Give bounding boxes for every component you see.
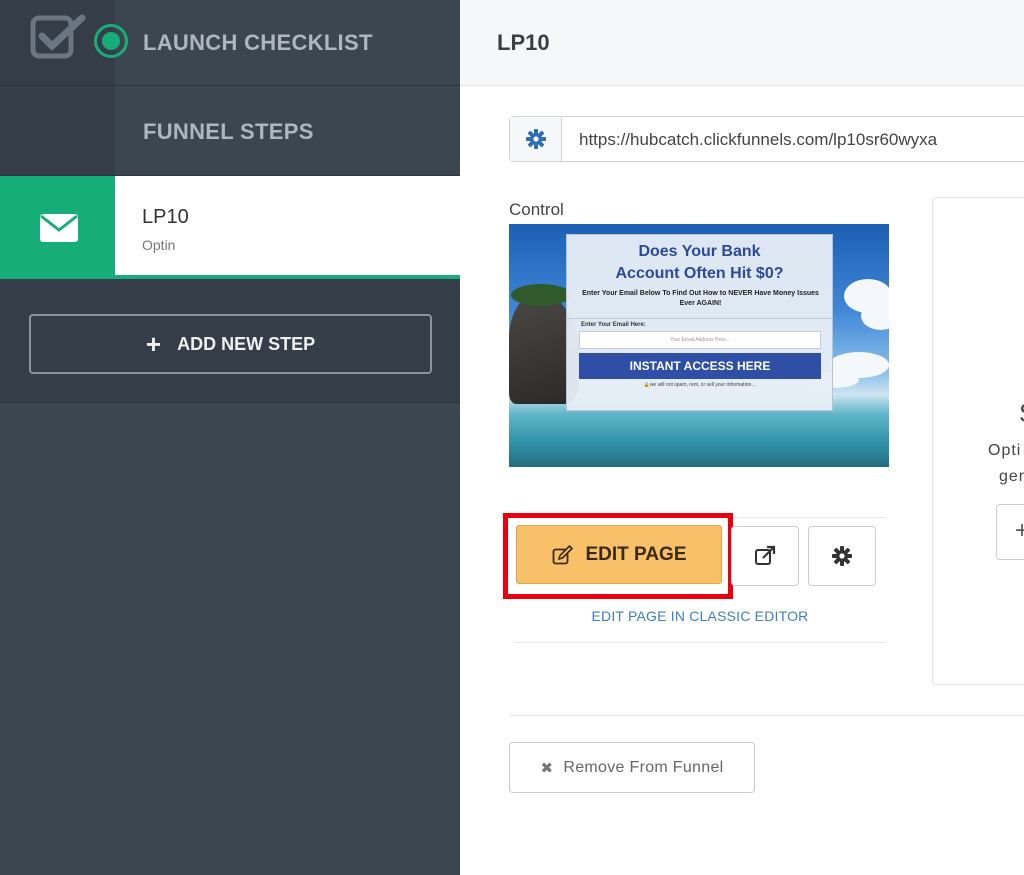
thumbnail-email-input: Your Email Address Here...	[579, 331, 821, 349]
page-url-bar[interactable]: https://hubcatch.clickfunnels.com/lp10sr…	[509, 116, 1024, 162]
remove-from-funnel-label: Remove From Funnel	[563, 758, 724, 776]
page-header: LP10	[460, 0, 1024, 86]
add-new-step-label: ADD NEW STEP	[177, 333, 316, 354]
stats-sublabel: ger	[999, 468, 1024, 485]
divider	[509, 715, 1024, 716]
sidebar: LAUNCH CHECKLIST FUNNEL STEPS LP10 Optin…	[0, 0, 460, 875]
funnel-steps-row[interactable]: FUNNEL STEPS	[0, 86, 460, 234]
edit-classic-editor-link[interactable]: EDIT PAGE IN CLASSIC EDITOR	[515, 608, 885, 624]
thumbnail-headline: Does Your Bank Account Often Hit $0?	[615, 243, 784, 282]
add-new-step-button[interactable]: + ADD NEW STEP	[29, 314, 432, 374]
launch-checklist-row[interactable]: LAUNCH CHECKLIST	[0, 0, 460, 86]
step-name: LP10	[142, 206, 189, 228]
page-url-text[interactable]: https://hubcatch.clickfunnels.com/lp10sr…	[579, 130, 937, 150]
external-link-icon	[755, 545, 776, 565]
thumbnail-privacy-note: 🔒we will not spam, rent, or sell your in…	[643, 382, 756, 388]
sidebar-step-lp10[interactable]: LP10 Optin	[0, 176, 460, 297]
gear-icon	[832, 546, 852, 566]
launch-checklist-label: LAUNCH CHECKLIST	[143, 30, 373, 55]
close-icon: ✖	[540, 759, 554, 777]
palm-image	[511, 284, 571, 306]
page-title: LP10	[497, 30, 550, 55]
open-page-button[interactable]	[731, 526, 799, 586]
thumbnail-email-label: Enter Your Email Here:	[581, 322, 646, 328]
page-thumbnail[interactable]: Does Your Bank Account Often Hit $0? Ent…	[509, 224, 889, 467]
remove-from-funnel-button[interactable]: ✖ Remove From Funnel	[509, 742, 755, 793]
variant-label: Control	[509, 200, 564, 219]
stats-add-button[interactable]: +	[996, 504, 1024, 560]
edit-icon	[552, 544, 573, 564]
thumbnail-divider	[567, 318, 832, 319]
status-dot-icon	[94, 24, 128, 58]
edit-page-label: EDIT PAGE	[585, 543, 687, 565]
thumbnail-optin-box: Does Your Bank Account Often Hit $0? Ent…	[566, 234, 833, 411]
plus-icon: +	[145, 329, 162, 359]
step-type: Optin	[142, 237, 176, 253]
gear-icon	[525, 129, 546, 149]
step-icon-box	[0, 176, 115, 297]
stats-panel: S Opti ger +	[932, 197, 1024, 685]
thumbnail-cta-button: INSTANT ACCESS HERE	[579, 353, 821, 379]
thumbnail-subheadline: Enter Your Email Below To Find Out How t…	[582, 290, 819, 307]
edit-page-button[interactable]: EDIT PAGE	[516, 525, 722, 584]
stats-label: Opti	[988, 442, 1022, 459]
url-settings-button[interactable]	[510, 117, 562, 161]
divider	[515, 642, 885, 643]
stats-value: S	[1019, 398, 1024, 429]
page-settings-button[interactable]	[808, 526, 876, 586]
envelope-icon	[40, 214, 78, 242]
checkbox-check-icon	[30, 14, 86, 59]
add-step-area: + ADD NEW STEP	[0, 279, 460, 403]
funnel-steps-label: FUNNEL STEPS	[143, 119, 314, 144]
